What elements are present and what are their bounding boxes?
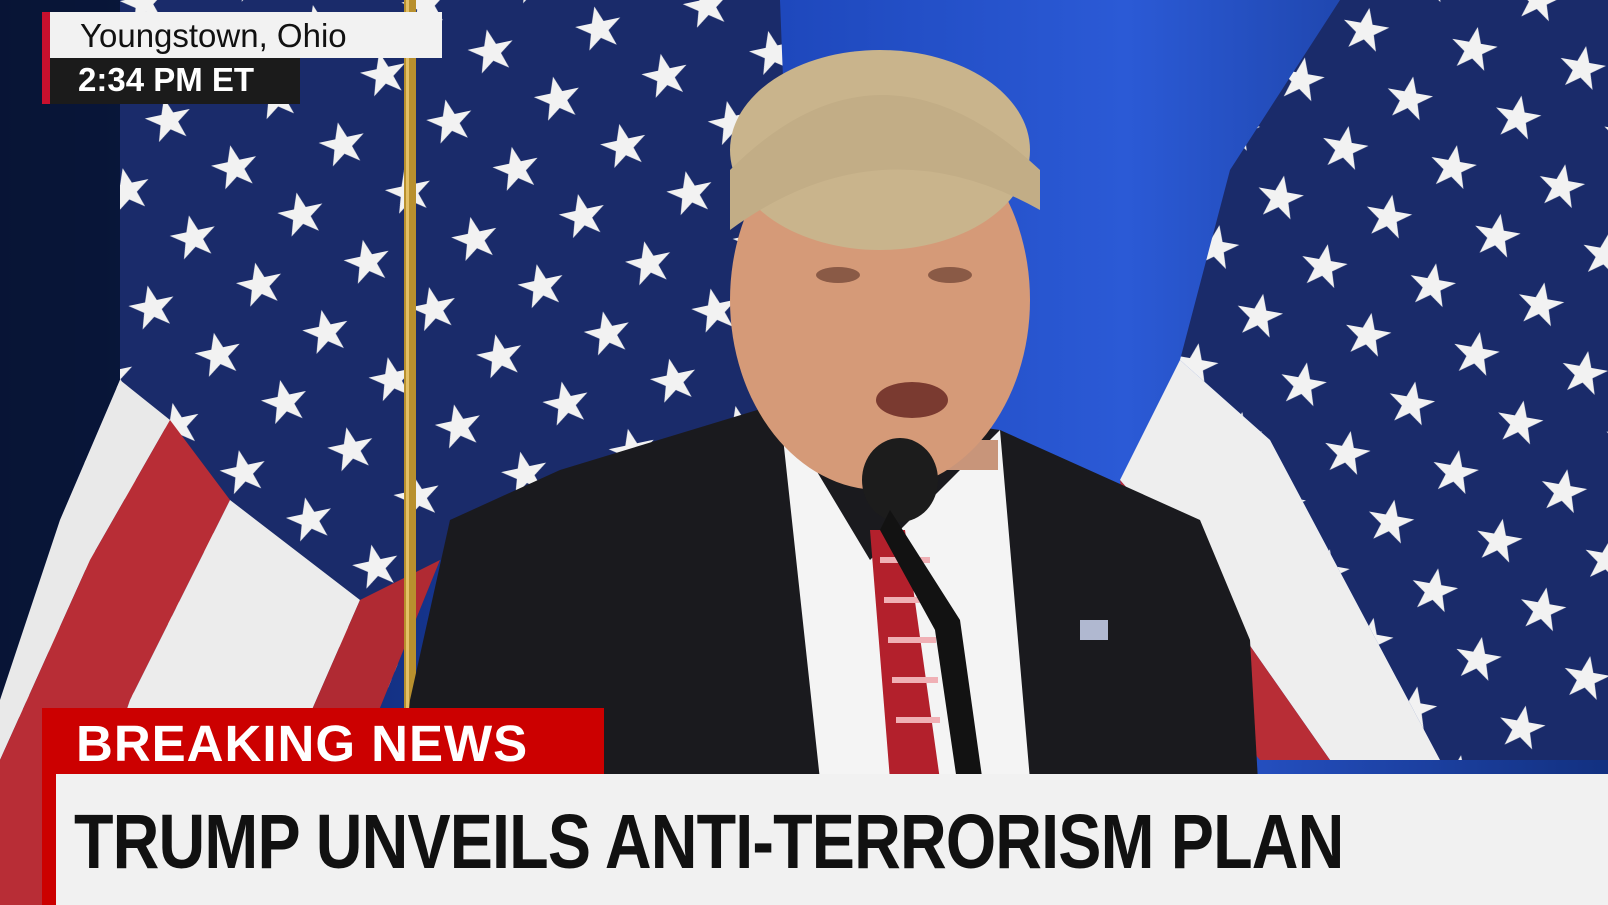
breaking-news-label: BREAKING NEWS bbox=[76, 715, 529, 772]
location-city: Youngstown, Ohio bbox=[80, 17, 347, 54]
flag-pole bbox=[404, 0, 416, 720]
location-time-panel: 2:34 PM ET bbox=[50, 58, 300, 104]
headline-accent-bar bbox=[42, 774, 56, 905]
headline-chyron: TRUMP UNVEILS ANTI-TERRORISM PLAN bbox=[42, 774, 1608, 905]
location-city-panel: Youngstown, Ohio bbox=[50, 12, 442, 58]
breaking-news-badge: BREAKING NEWS bbox=[42, 708, 604, 774]
location-accent-bar bbox=[42, 12, 50, 104]
headline-text: TRUMP UNVEILS ANTI-TERRORISM PLAN bbox=[74, 799, 1344, 885]
location-lower-third: Youngstown, Ohio 2:34 PM ET bbox=[42, 12, 442, 104]
broadcast-time: 2:34 PM ET bbox=[78, 61, 255, 98]
